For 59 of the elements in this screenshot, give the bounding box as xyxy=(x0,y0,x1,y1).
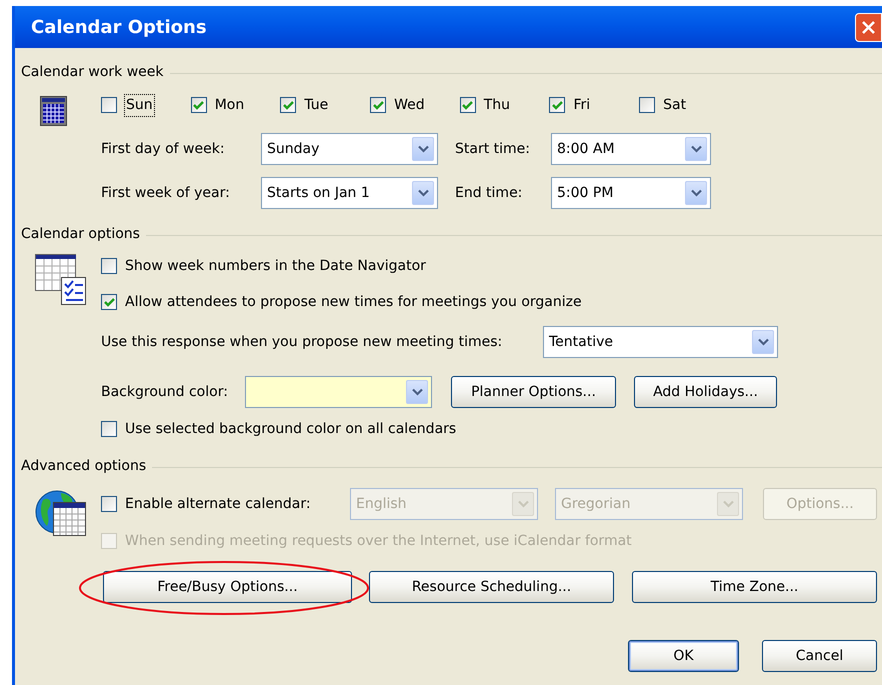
checkbox-label: Fri xyxy=(573,96,590,114)
checkbox[interactable] xyxy=(280,97,296,113)
button[interactable]: Free/Busy Options... xyxy=(103,571,352,603)
chevron-down-icon xyxy=(418,145,428,153)
button[interactable]: Cancel xyxy=(762,640,877,672)
section-title: Calendar options xyxy=(21,224,141,244)
checkbox-label: Sat xyxy=(663,96,686,114)
checkbox[interactable] xyxy=(101,294,117,310)
close-button[interactable] xyxy=(855,12,882,42)
checkbox-label: Use selected background color on all calendars xyxy=(125,420,456,438)
dropdown[interactable]: Tentative xyxy=(543,326,778,358)
checkbox[interactable] xyxy=(639,97,656,113)
checkbox[interactable] xyxy=(101,421,117,437)
chevron-down-icon xyxy=(412,388,422,396)
dropdown[interactable]: 5:00 PM xyxy=(551,177,711,209)
checkbox-label: Thu xyxy=(484,96,510,114)
checkbox-label: Show week numbers in the Date Navigator xyxy=(125,256,426,276)
field-label: Use this response when you propose new meeting times: xyxy=(101,332,504,352)
field-label: Start time: xyxy=(455,140,531,158)
section-title: Advanced options xyxy=(21,456,148,476)
checkbox[interactable] xyxy=(101,496,117,512)
button[interactable]: OK xyxy=(628,640,739,672)
checkbox-label: Tue xyxy=(304,96,328,114)
calendar-grid-icon xyxy=(40,96,67,126)
dropdown[interactable]: 8:00 AM xyxy=(551,133,711,165)
checkbox-label: Mon xyxy=(214,96,244,114)
chevron-down-icon xyxy=(758,338,768,346)
calendar-checklist-icon xyxy=(35,254,87,306)
checkbox-label: Enable alternate calendar: xyxy=(125,494,311,514)
button[interactable]: Add Holidays... xyxy=(634,376,777,408)
checkbox[interactable] xyxy=(101,97,117,113)
checkbox-label: When sending meeting requests over the Internet, use iCalendar format xyxy=(125,532,632,550)
button[interactable]: Planner Options... xyxy=(451,376,616,408)
chevron-down-icon xyxy=(722,500,734,508)
button[interactable]: Time Zone... xyxy=(632,571,877,603)
checkbox[interactable] xyxy=(549,97,566,113)
close-icon xyxy=(862,20,875,34)
chevron-down-icon xyxy=(518,500,528,508)
chevron-down-icon xyxy=(418,189,428,197)
checkbox[interactable] xyxy=(190,97,207,113)
dropdown[interactable]: Starts on Jan 1 xyxy=(261,177,438,209)
field-label: Background color: xyxy=(101,382,229,402)
globe-calendar-icon xyxy=(35,488,87,538)
checkbox[interactable] xyxy=(460,97,476,113)
section-title: Calendar work week xyxy=(21,62,165,82)
dropdown[interactable]: Sunday xyxy=(261,133,438,165)
field-label: End time: xyxy=(455,184,524,202)
checkbox-label: Allow attendees to propose new times for meetings you organize xyxy=(125,292,582,312)
checkbox-label: Sun xyxy=(125,94,154,116)
field-label: First week of year: xyxy=(101,184,231,202)
window-title: Calendar Options xyxy=(30,16,207,40)
chevron-down-icon xyxy=(690,189,702,197)
checkbox-label: Wed xyxy=(394,96,425,114)
button[interactable]: Resource Scheduling... xyxy=(369,571,614,603)
field-label: First day of week: xyxy=(101,140,226,158)
dropdown[interactable] xyxy=(245,376,432,408)
checkbox[interactable] xyxy=(101,258,117,274)
chevron-down-icon xyxy=(690,145,702,153)
checkbox[interactable] xyxy=(370,97,386,113)
